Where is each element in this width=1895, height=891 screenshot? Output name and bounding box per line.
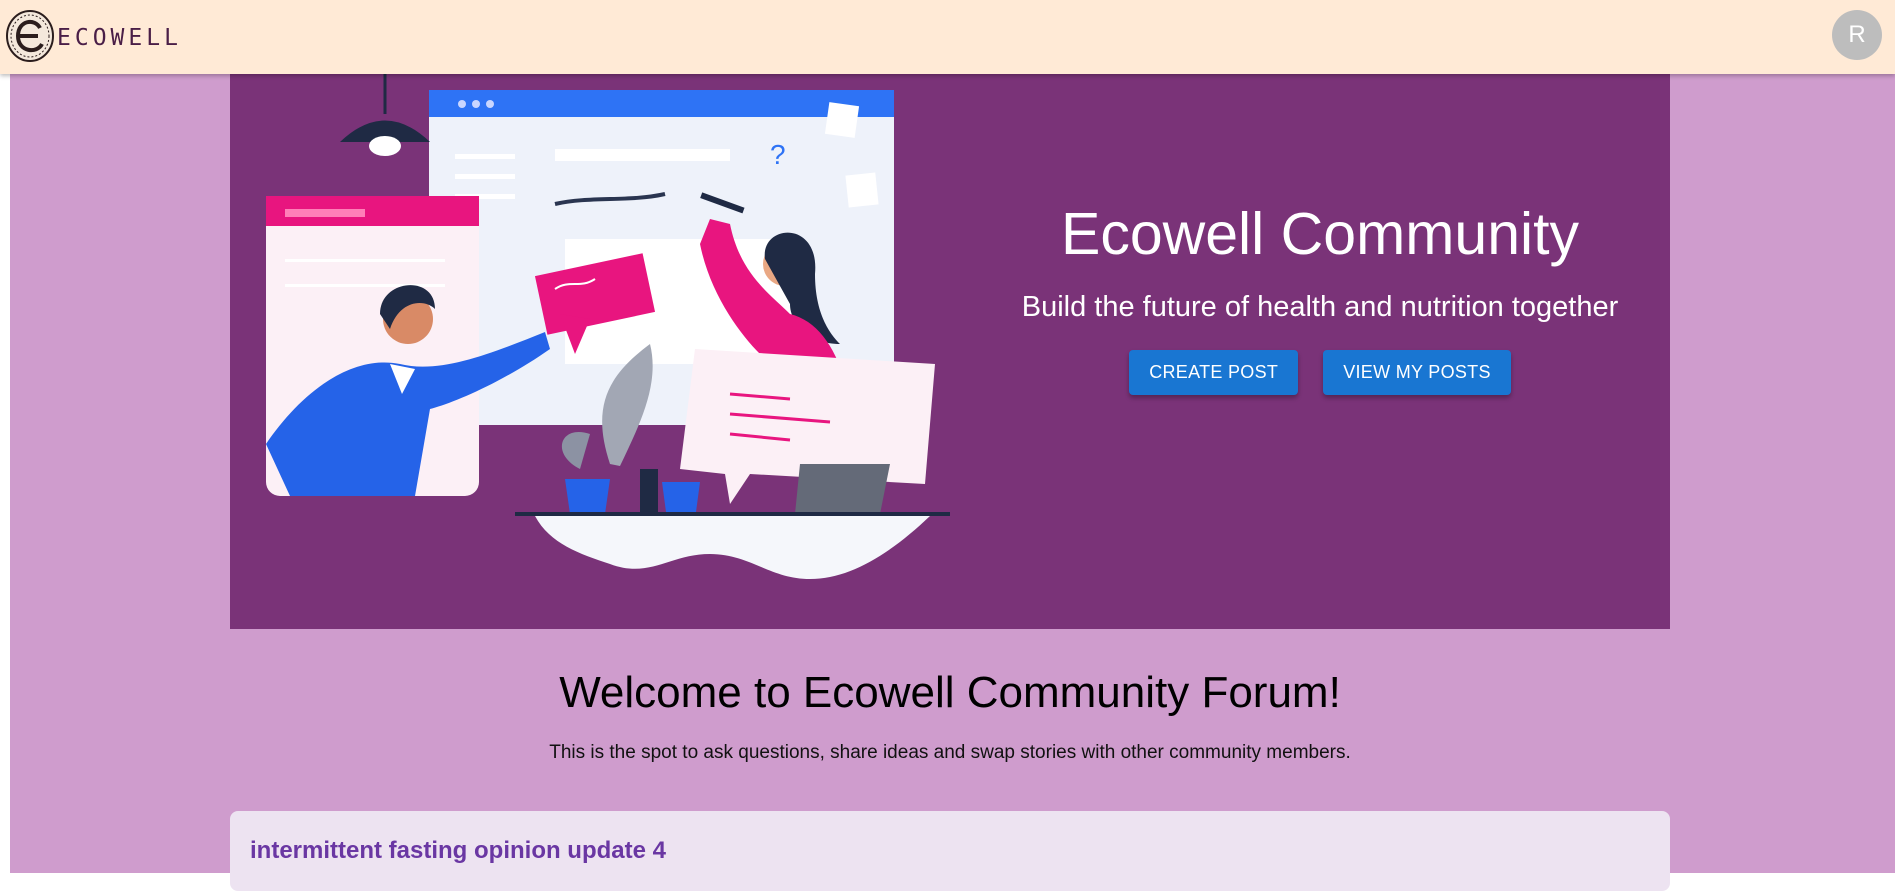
ecowell-logo-icon [6,10,54,62]
view-my-posts-button[interactable]: VIEW MY POSTS [1323,350,1511,395]
app-bar: ECOWELL R [0,0,1895,74]
create-post-button[interactable]: CREATE POST [1129,350,1299,395]
welcome-section: Welcome to Ecowell Community Forum! This… [230,668,1670,764]
hero-banner: ? Ecowell Community Build the future of … [230,74,1670,629]
svg-text:?: ? [770,139,786,170]
welcome-title: Welcome to Ecowell Community Forum! [559,668,1341,717]
logo[interactable]: ECOWELL [5,8,182,63]
welcome-subtitle: This is the spot to ask questions, share… [549,742,1351,763]
hero-actions: CREATE POST VIEW MY POSTS [990,350,1650,395]
community-illustration: ? [266,74,950,579]
logo-text: ECOWELL [57,24,182,51]
post-card[interactable]: intermittent fasting opinion update 4 [230,811,1670,891]
post-title[interactable]: intermittent fasting opinion update 4 [250,837,666,865]
hero-title: Ecowell Community [1060,201,1580,267]
avatar[interactable]: R [1832,10,1882,60]
hero-subtitle: Build the future of health and nutrition… [1021,291,1619,323]
hero-text: Ecowell Community Build the future of he… [990,199,1650,395]
